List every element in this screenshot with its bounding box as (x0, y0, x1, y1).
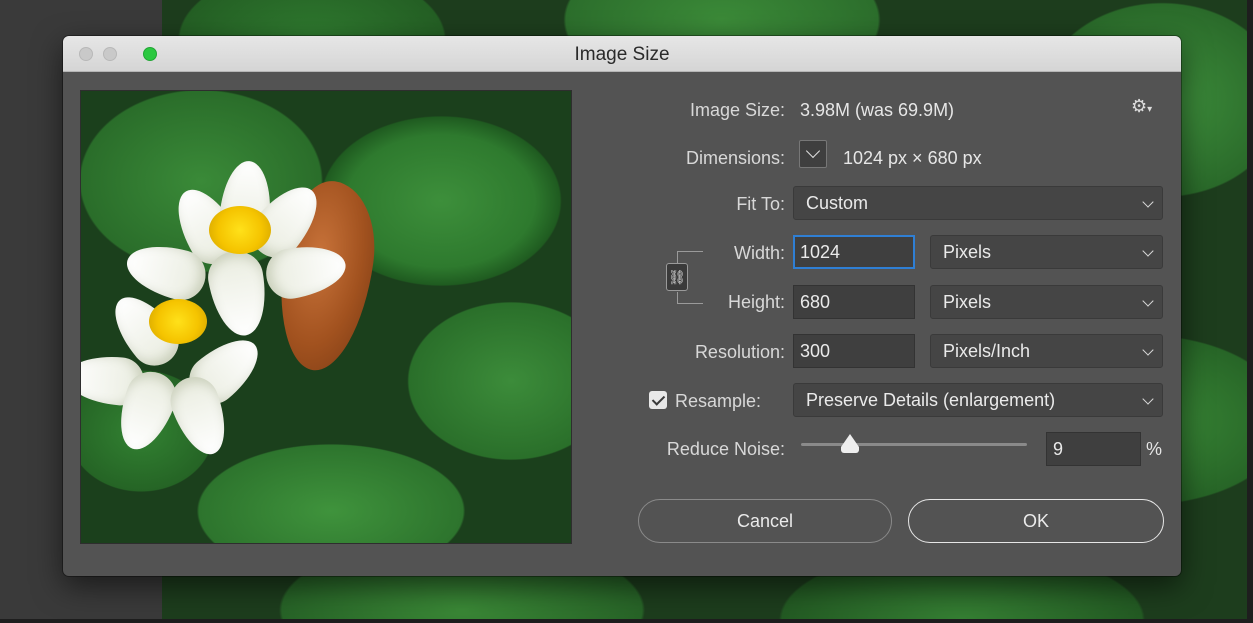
reduce-noise-slider-thumb-base[interactable] (841, 447, 859, 453)
height-unit-select[interactable]: Pixels (930, 285, 1163, 319)
workspace-edge-bottom (0, 619, 1253, 623)
gear-icon[interactable]: ⚙▾ (1131, 96, 1152, 117)
fit-to-label: Fit To: (736, 194, 785, 214)
width-field[interactable]: 1024 (793, 235, 915, 269)
chevron-down-icon (805, 143, 821, 159)
reduce-noise-field[interactable]: 9 (1046, 432, 1141, 466)
chevron-down-icon (1142, 245, 1154, 257)
reduce-noise-slider-thumb[interactable] (841, 434, 859, 447)
titlebar: Image Size (63, 36, 1181, 72)
cancel-button[interactable]: Cancel (638, 499, 892, 543)
dimensions-label: Dimensions: (685, 148, 785, 168)
link-icon[interactable]: ⛓ (666, 263, 688, 291)
dimensions-menu-button[interactable] (799, 140, 827, 168)
image-size-value: 3.98M (was 69.9M) (800, 100, 955, 120)
dimensions-value: 1024 px × 680 px (843, 148, 982, 168)
resolution-label: Resolution: (694, 342, 785, 362)
width-unit-value: Pixels (943, 242, 992, 262)
workspace-edge (1247, 0, 1253, 623)
preview-petal (204, 246, 273, 341)
width-unit-select[interactable]: Pixels (930, 235, 1163, 269)
fit-to-value: Custom (806, 193, 869, 213)
resample-label: Resample: (675, 391, 762, 411)
chevron-down-icon (1142, 295, 1154, 307)
chevron-down-icon (1142, 196, 1154, 208)
image-size-dialog: Image Size Image Size: 3.98M (was 69.9M)… (63, 36, 1181, 576)
resample-method-select[interactable]: Preserve Details (enlargement) (793, 383, 1163, 417)
resolution-unit-select[interactable]: Pixels/Inch (930, 334, 1163, 368)
preview-flower-center (149, 299, 207, 344)
image-preview[interactable] (80, 90, 572, 544)
fit-to-select[interactable]: Custom (793, 186, 1163, 220)
chevron-down-icon (1142, 393, 1154, 405)
resample-method-value: Preserve Details (enlargement) (806, 390, 1056, 410)
preview-flower-center (209, 206, 271, 254)
width-label: Width: (733, 243, 785, 263)
image-size-label: Image Size: (689, 100, 785, 120)
window-title: Image Size (574, 44, 670, 65)
reduce-noise-unit: % (1146, 439, 1163, 459)
height-field[interactable]: 680 (793, 285, 915, 319)
ok-button[interactable]: OK (908, 499, 1164, 543)
resolution-field[interactable]: 300 (793, 334, 915, 368)
reduce-noise-label: Reduce Noise: (666, 439, 785, 459)
height-label: Height: (727, 292, 785, 312)
resample-checkbox[interactable] (649, 391, 667, 409)
height-unit-value: Pixels (943, 292, 992, 312)
chevron-down-icon (1142, 344, 1154, 356)
reduce-noise-slider[interactable] (801, 443, 1027, 446)
resolution-unit-value: Pixels/Inch (943, 341, 1031, 361)
